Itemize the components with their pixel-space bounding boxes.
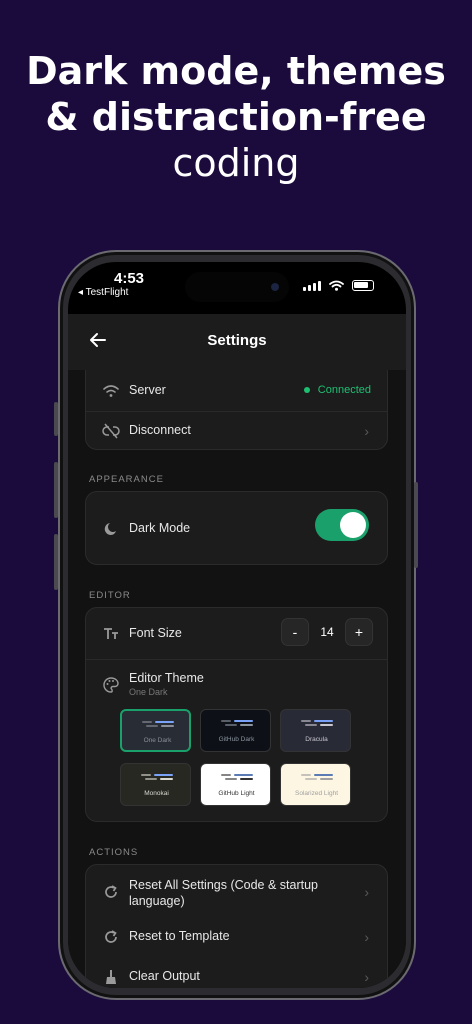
theme-swatch-dracula[interactable]: Dracula [280,709,351,752]
palette-icon [103,677,119,693]
theme-swatch-monokai[interactable]: Monokai [120,763,191,806]
theme-swatch-label: One Dark [143,737,172,744]
code-preview-lines [141,774,173,784]
clear-output-label: Clear Output [129,969,200,983]
volume-down-button [54,534,58,590]
font-size-increase-button[interactable]: + [345,618,373,646]
battery-icon [352,280,374,291]
clear-output-row[interactable]: Clear Output › [86,957,387,988]
theme-swatch-solarized-light[interactable]: Solarized Light [280,763,351,806]
headline-line-1: Dark mode, themes [26,49,446,93]
server-row: Server Connected [86,371,387,411]
actions-section-title: ACTIONS [89,847,139,858]
marketing-headline: Dark mode, themes & distraction-free cod… [0,48,472,186]
connection-status-text: Connected [317,384,371,396]
volume-up-button [54,462,58,518]
wifi-icon [103,385,119,397]
toggle-knob [340,512,366,538]
moon-icon [104,523,116,535]
chevron-right-icon: › [364,423,369,439]
code-preview-lines [221,720,253,730]
status-bar: 4:53 ◂ TestFlight [68,262,406,314]
reset-to-template-label: Reset to Template [129,929,230,943]
reset-all-settings-label: Reset All Settings (Code & startup langu… [129,878,318,908]
wifi-icon [329,280,344,291]
font-size-decrease-button[interactable]: - [281,618,309,646]
broom-icon [106,970,116,984]
theme-swatch-label: Dracula [305,736,328,743]
editor-card: Font Size - 14 + Editor Theme One Dark O… [85,607,388,822]
theme-swatch-label: GitHub Light [218,790,255,797]
theme-swatch-label: Monokai [144,790,169,797]
theme-swatch-label: Solarized Light [295,790,338,797]
disconnect-label: Disconnect [129,423,191,437]
font-size-label: Font Size [129,626,182,640]
font-size-stepper: - 14 + [281,618,373,646]
code-preview-lines [301,774,333,784]
text-size-icon [104,628,118,639]
link-off-icon [102,423,120,439]
code-preview-lines [221,774,253,784]
headline-line-2: & distraction-free [45,95,427,139]
chevron-right-icon: › [364,969,369,985]
dark-mode-label: Dark Mode [129,521,191,535]
reset-all-settings-row[interactable]: Reset All Settings (Code & startup langu… [86,875,387,919]
settings-scroll-view[interactable]: Server Connected Disconnect › APPEARANCE [68,370,406,988]
theme-swatch-one-dark[interactable]: One Dark [120,709,191,752]
disconnect-row[interactable]: Disconnect › [86,411,387,451]
chevron-right-icon: › [364,929,369,945]
theme-swatch-label: GitHub Dark [218,736,255,743]
editor-theme-label: Editor Theme [129,671,204,685]
power-button [414,482,418,568]
editor-theme-current: One Dark [129,687,168,697]
nav-bar: Settings [68,314,406,370]
actions-card: Reset All Settings (Code & startup langu… [85,864,388,988]
code-preview-lines [142,721,174,731]
action-button [54,402,58,436]
signal-icon [303,280,321,291]
headline-line-3: coding [172,141,300,185]
theme-swatch-github-dark[interactable]: GitHub Dark [200,709,271,752]
divider [86,659,387,660]
camera-icon [271,283,279,291]
dynamic-island [185,272,289,302]
appearance-card: Dark Mode [85,491,388,565]
connection-status: Connected [303,384,371,396]
reset-to-template-row[interactable]: Reset to Template › [86,917,387,957]
status-time: 4:53 [114,270,145,287]
status-dot-icon [303,387,310,393]
back-to-testflight-link[interactable]: ◂ TestFlight [78,287,128,298]
theme-picker: One Dark GitHub Dark Dracula Monokai GitHub … [120,709,360,809]
appearance-section-title: APPEARANCE [89,474,164,485]
theme-swatch-github-light[interactable]: GitHub Light [200,763,271,806]
editor-section-title: EDITOR [89,590,131,601]
connection-card: Server Connected Disconnect › [85,370,388,450]
phone-screen: 4:53 ◂ TestFlight Settings Server Connec… [68,262,406,988]
chevron-right-icon: › [364,884,369,900]
refresh-icon [105,885,117,898]
page-title: Settings [207,332,267,349]
dark-mode-toggle[interactable] [315,509,369,541]
server-label: Server [129,383,166,397]
font-size-value: 14 [320,625,334,639]
refresh-icon [105,930,117,943]
code-preview-lines [301,720,333,730]
